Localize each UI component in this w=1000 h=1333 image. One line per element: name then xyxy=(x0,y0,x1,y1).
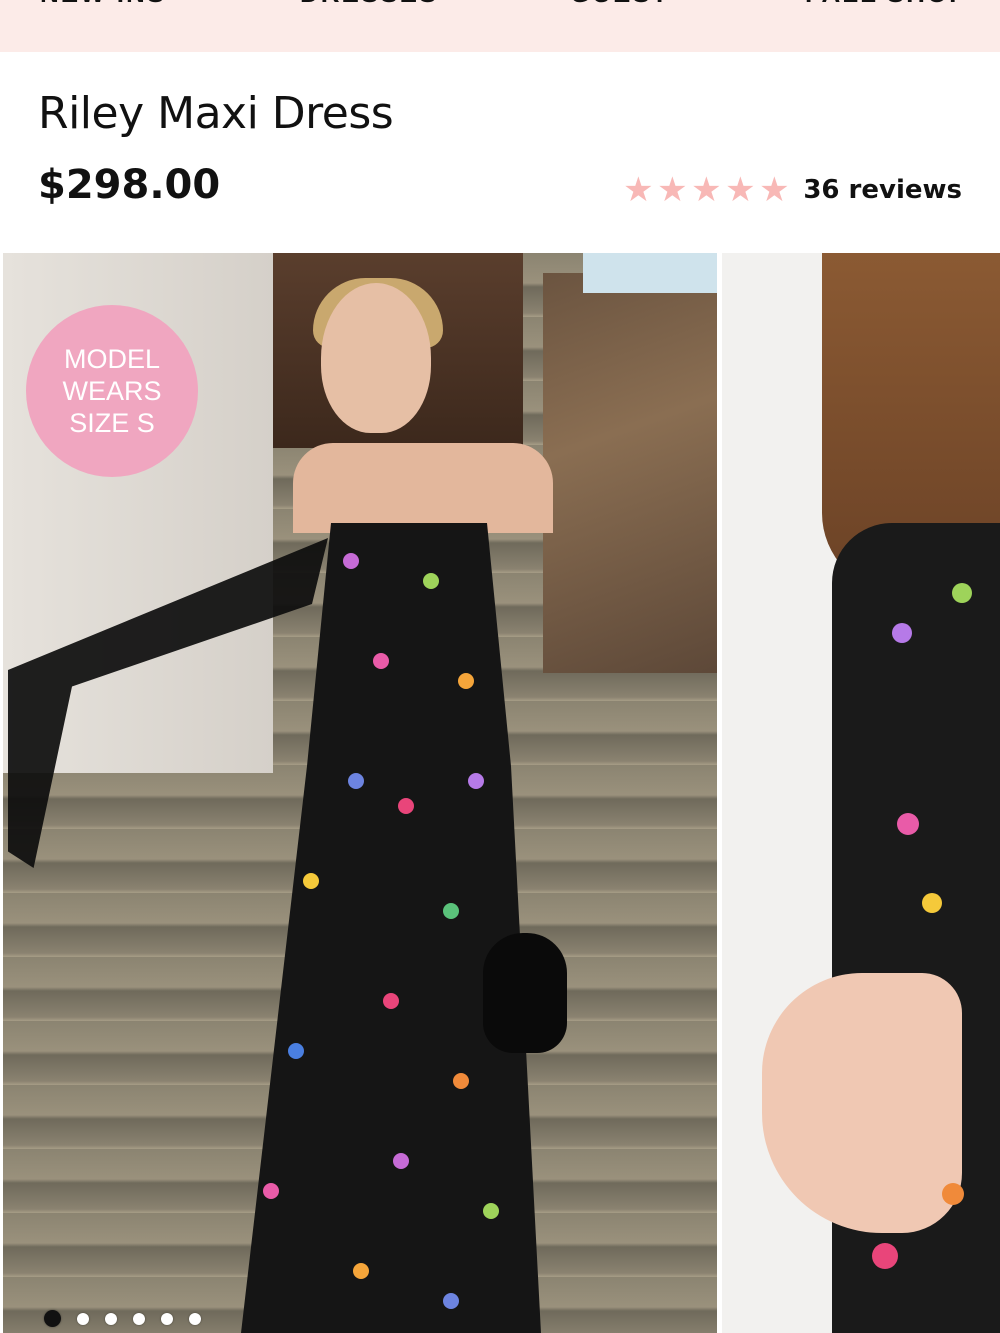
nav-item-dresses[interactable]: DRESSES xyxy=(300,0,438,9)
badge-line-1: MODEL xyxy=(63,344,161,374)
product-price: $298.00 xyxy=(38,162,221,208)
carousel-dot[interactable] xyxy=(133,1312,145,1325)
carousel-dot[interactable] xyxy=(77,1312,89,1325)
carousel-dot[interactable] xyxy=(105,1312,117,1325)
carousel-pagination xyxy=(44,1310,217,1327)
product-rating[interactable]: ★ ★ ★ ★ ★ 36 reviews xyxy=(621,170,962,210)
star-icon: ★ xyxy=(657,170,688,210)
nav-item-fall-shop[interactable]: FALL SHOP xyxy=(805,0,968,9)
star-icon: ★ xyxy=(725,170,756,210)
star-icon: ★ xyxy=(759,170,790,210)
badge-line-2: WEARS xyxy=(62,376,162,406)
model-size-badge: MODEL WEARS SIZE S xyxy=(26,305,198,477)
carousel-dot[interactable] xyxy=(161,1312,173,1325)
star-icon: ★ xyxy=(691,170,722,210)
carousel-dot[interactable] xyxy=(189,1312,201,1325)
carousel-dot[interactable] xyxy=(44,1310,61,1327)
rating-stars: ★ ★ ★ ★ ★ xyxy=(621,173,791,207)
nav-item-new-ins[interactable]: NEW-INS xyxy=(40,0,166,9)
star-icon: ★ xyxy=(623,170,654,210)
top-navigation: NEW-INS DRESSES GUEST FALL SHOP xyxy=(0,0,1000,52)
nav-item-guest[interactable]: GUEST xyxy=(570,0,670,9)
badge-line-3: SIZE S xyxy=(69,408,155,438)
reviews-link[interactable]: 36 reviews xyxy=(803,175,962,205)
product-photo-secondary[interactable] xyxy=(722,253,1000,1333)
product-title: Riley Maxi Dress xyxy=(38,88,394,139)
